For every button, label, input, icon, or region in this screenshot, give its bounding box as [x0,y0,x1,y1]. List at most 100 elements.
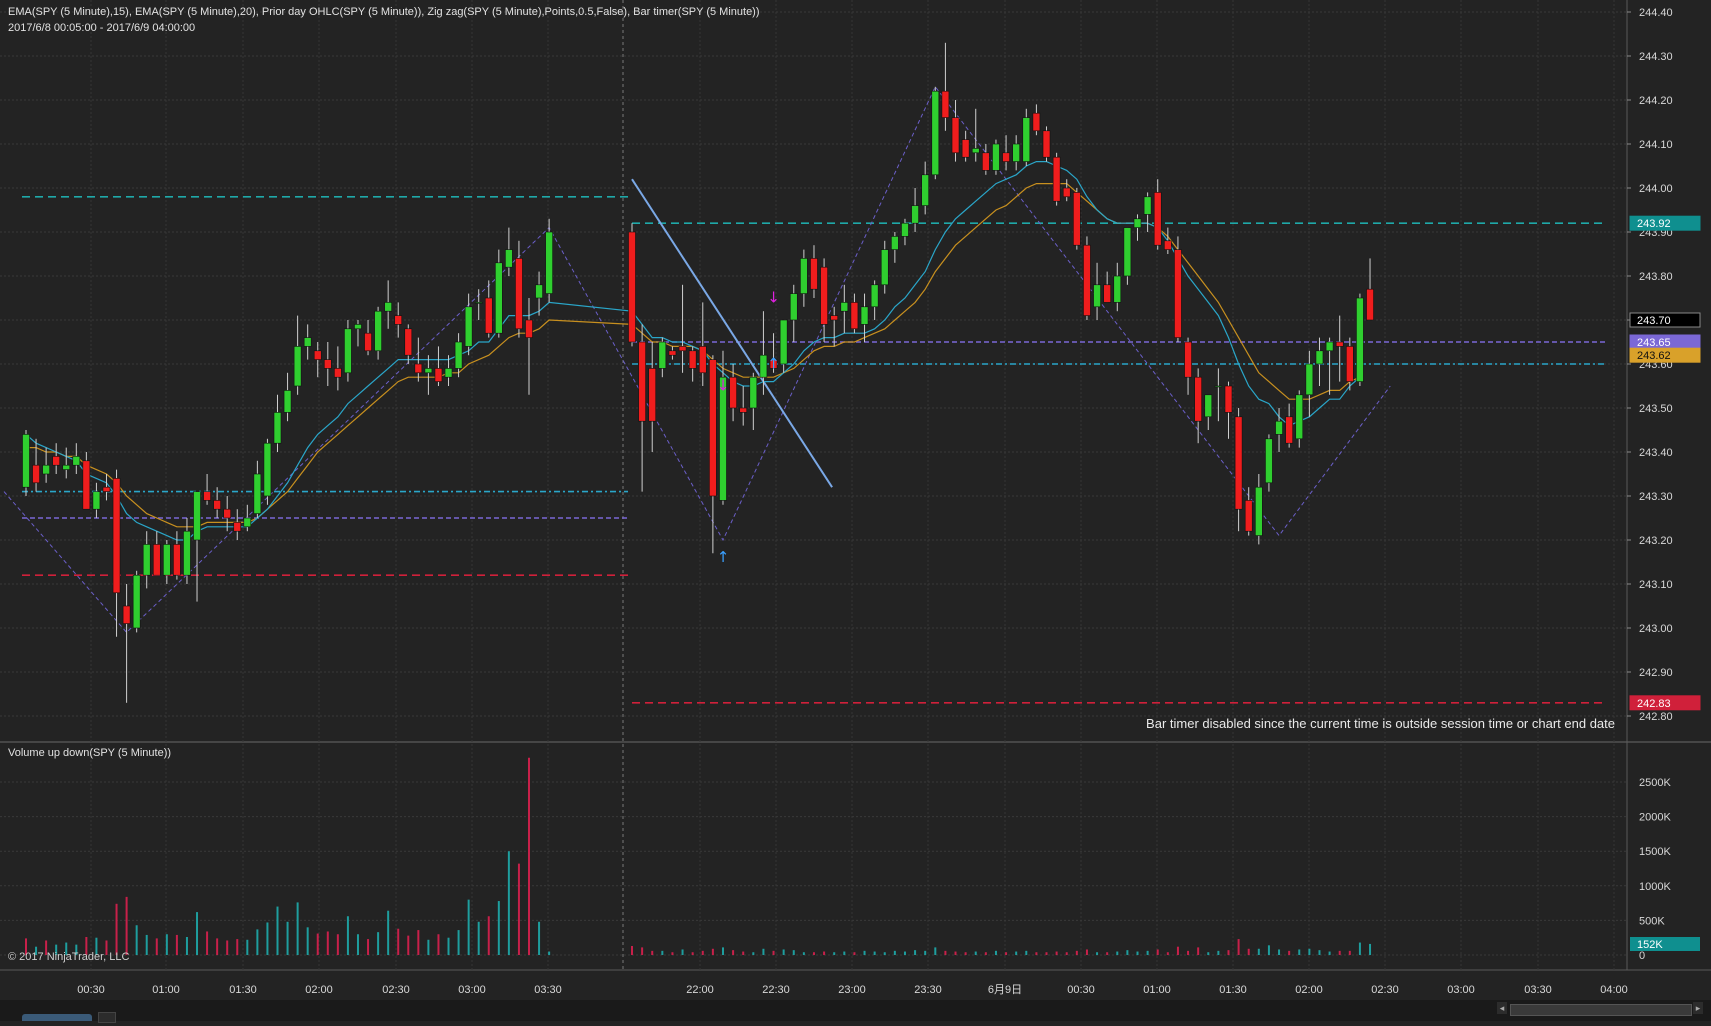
candle-body [344,328,352,374]
candle-body [464,306,473,347]
candle-body [1164,240,1172,250]
time-tick-label: 03:00 [1447,984,1475,996]
candle-body [880,249,889,286]
candle [1083,236,1091,320]
candle [1315,337,1324,386]
candle-body [638,341,646,422]
candle-body [1275,420,1283,435]
chart-canvas[interactable]: 244.40244.30244.20244.10244.00243.90243.… [0,0,1711,1021]
price-tick-label: 243.30 [1639,491,1673,503]
candle [1224,381,1233,439]
candle-body [1244,500,1253,532]
candle [638,324,646,492]
candle-body [1285,416,1293,444]
candle [880,240,889,294]
add-tab-button[interactable] [98,1012,116,1023]
candle-body [102,486,111,492]
candle-body [729,376,737,409]
candle [1255,474,1263,545]
candle [931,86,940,180]
price-marker-label: 242.83 [1637,698,1671,710]
horizontal-scrollbar[interactable] [0,1000,1711,1021]
time-tick-label: 6月9日 [988,984,1022,996]
candle-body [22,434,30,488]
candle-body [698,346,707,374]
ninjatrader-chart[interactable]: 244.40 244.30 244.20 244.10 244.00 243.90 243.… [0,0,1711,1023]
candle-body [424,368,433,374]
candle [92,482,101,518]
scrollbar-thumb[interactable] [1510,1004,1692,1016]
candle-body [850,302,859,330]
candle [72,443,81,474]
candle [163,540,171,584]
indicator-list: EMA(SPY (5 Minute),15), EMA(SPY (5 Minut… [8,6,760,18]
volume-panel-title: Volume up down(SPY (5 Minute)) [8,747,172,759]
candle-body [1022,117,1031,162]
candle [323,342,332,386]
time-tick-label: 02:30 [1371,984,1399,996]
copyright-text: © 2017 NinjaTrader, LLC [8,951,130,963]
candle-body [931,90,940,176]
candle-body [384,302,392,312]
candle-body [183,530,191,576]
candle [860,293,869,342]
candle-body [1335,341,1344,347]
price-tick-label: 243.50 [1639,403,1673,415]
candle [729,364,737,422]
candle [1123,227,1132,285]
candle-body [779,319,788,365]
buy-arrow-icon: ↑ [717,548,730,566]
candle [739,386,748,426]
candle-body [62,464,71,470]
candle-body [668,350,677,356]
candle-body [535,284,543,299]
candle [678,284,687,373]
candle-body [789,293,798,321]
candle [800,249,808,307]
time-tick-label: 01:00 [152,984,180,996]
time-tick-label: 23:00 [838,984,866,996]
candle [464,293,473,356]
candle-body [941,90,950,118]
tab-spy[interactable] [22,1014,92,1021]
candle [688,346,697,382]
price-tick-label: 244.20 [1639,95,1673,107]
time-tick-label: 01:30 [229,984,257,996]
candle [1295,390,1304,448]
candle [1356,293,1364,386]
candle-body [243,517,252,528]
candle-body [394,315,403,325]
candle-body [444,368,453,378]
candle [951,100,960,162]
candle [1032,104,1041,136]
candle-body [404,328,413,356]
candle-body [961,139,970,158]
candle [982,144,990,175]
candle [22,430,30,496]
candle [1174,236,1182,342]
time-tick-label: 02:00 [305,984,333,996]
scroll-right-icon[interactable]: ▸ [1693,1002,1703,1014]
candle-body [213,500,221,510]
candle-body [1123,227,1132,277]
candle [223,496,231,532]
candle [484,280,493,338]
scroll-left-icon[interactable]: ◂ [1497,1002,1507,1014]
candle-body [830,315,839,321]
candle-body [82,460,91,510]
price-marker-label: 243.62 [1637,350,1671,362]
candle-body [860,306,869,325]
candle [303,324,312,360]
candle [1285,403,1293,448]
candle-body [628,231,636,343]
candle [961,130,970,162]
volume-tick-label: 500K [1639,915,1665,927]
candle-body [1093,284,1101,308]
candle-body [800,258,808,294]
candle [132,570,141,633]
candle [495,249,503,338]
candle-body [354,324,362,330]
candle-body [1366,288,1374,321]
candle [719,350,727,505]
candle-body [1133,218,1142,228]
